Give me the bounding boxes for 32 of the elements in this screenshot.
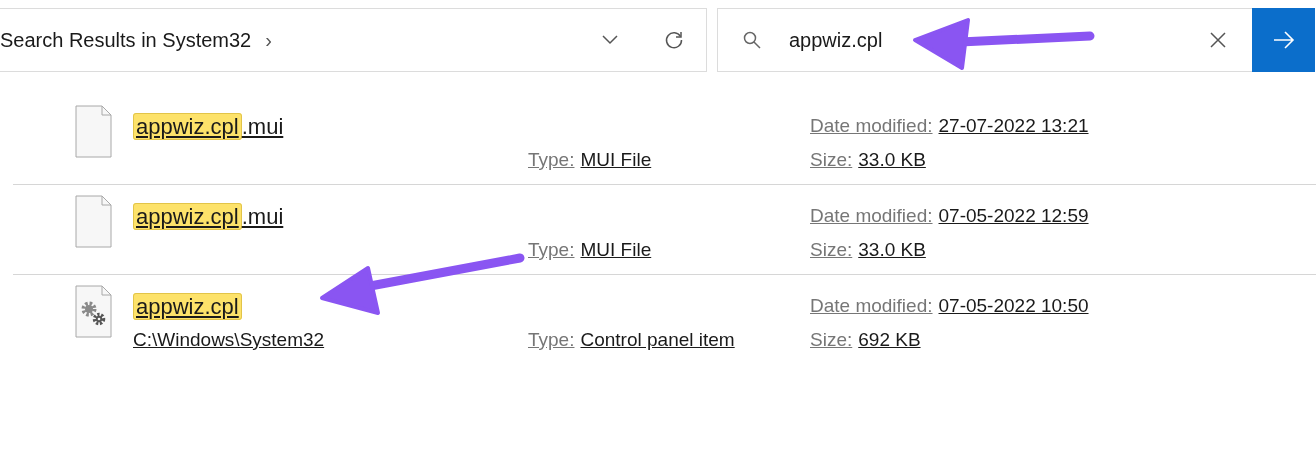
date-value[interactable]: 07-05-2022 12:59 xyxy=(938,201,1089,231)
size-label: Size: xyxy=(810,147,853,172)
size-value[interactable]: 33.0 KB xyxy=(858,235,926,265)
date-label: Date modified: xyxy=(810,203,933,228)
dropdown-icon[interactable] xyxy=(602,35,618,45)
search-text: appwiz.cpl xyxy=(789,28,883,53)
date-label: Date modified: xyxy=(810,113,933,138)
type-value[interactable]: MUI File xyxy=(580,235,652,265)
search-icon xyxy=(743,31,761,49)
type-label: Type: xyxy=(528,147,575,172)
type-label: Type: xyxy=(528,327,575,352)
address-bar[interactable]: Search Results in System32 › xyxy=(0,8,707,72)
clear-icon[interactable] xyxy=(1210,32,1226,48)
type-value[interactable]: MUI File xyxy=(580,145,652,175)
size-label: Size: xyxy=(810,327,853,352)
date-label: Date modified: xyxy=(810,293,933,318)
size-value[interactable]: 33.0 KB xyxy=(858,145,926,175)
file-icon xyxy=(75,105,112,158)
size-value[interactable]: 692 KB xyxy=(858,325,921,355)
type-label: Type: xyxy=(528,237,575,262)
arrow-right-icon xyxy=(1272,31,1295,49)
date-value[interactable]: 27-07-2022 13:21 xyxy=(938,111,1089,141)
type-value[interactable]: Control panel item xyxy=(580,325,735,355)
settings-file-icon xyxy=(75,285,112,338)
breadcrumb-separator[interactable]: › xyxy=(265,25,272,55)
search-field[interactable]: appwiz.cpl xyxy=(717,8,1252,72)
file-icon xyxy=(75,195,112,248)
refresh-icon[interactable] xyxy=(664,30,684,50)
address-text: Search Results in System32 xyxy=(0,28,252,53)
size-label: Size: xyxy=(810,237,853,262)
file-path-link[interactable]: C:\Windows\System32 xyxy=(133,325,325,355)
date-value[interactable]: 07-05-2022 10:50 xyxy=(938,291,1089,321)
